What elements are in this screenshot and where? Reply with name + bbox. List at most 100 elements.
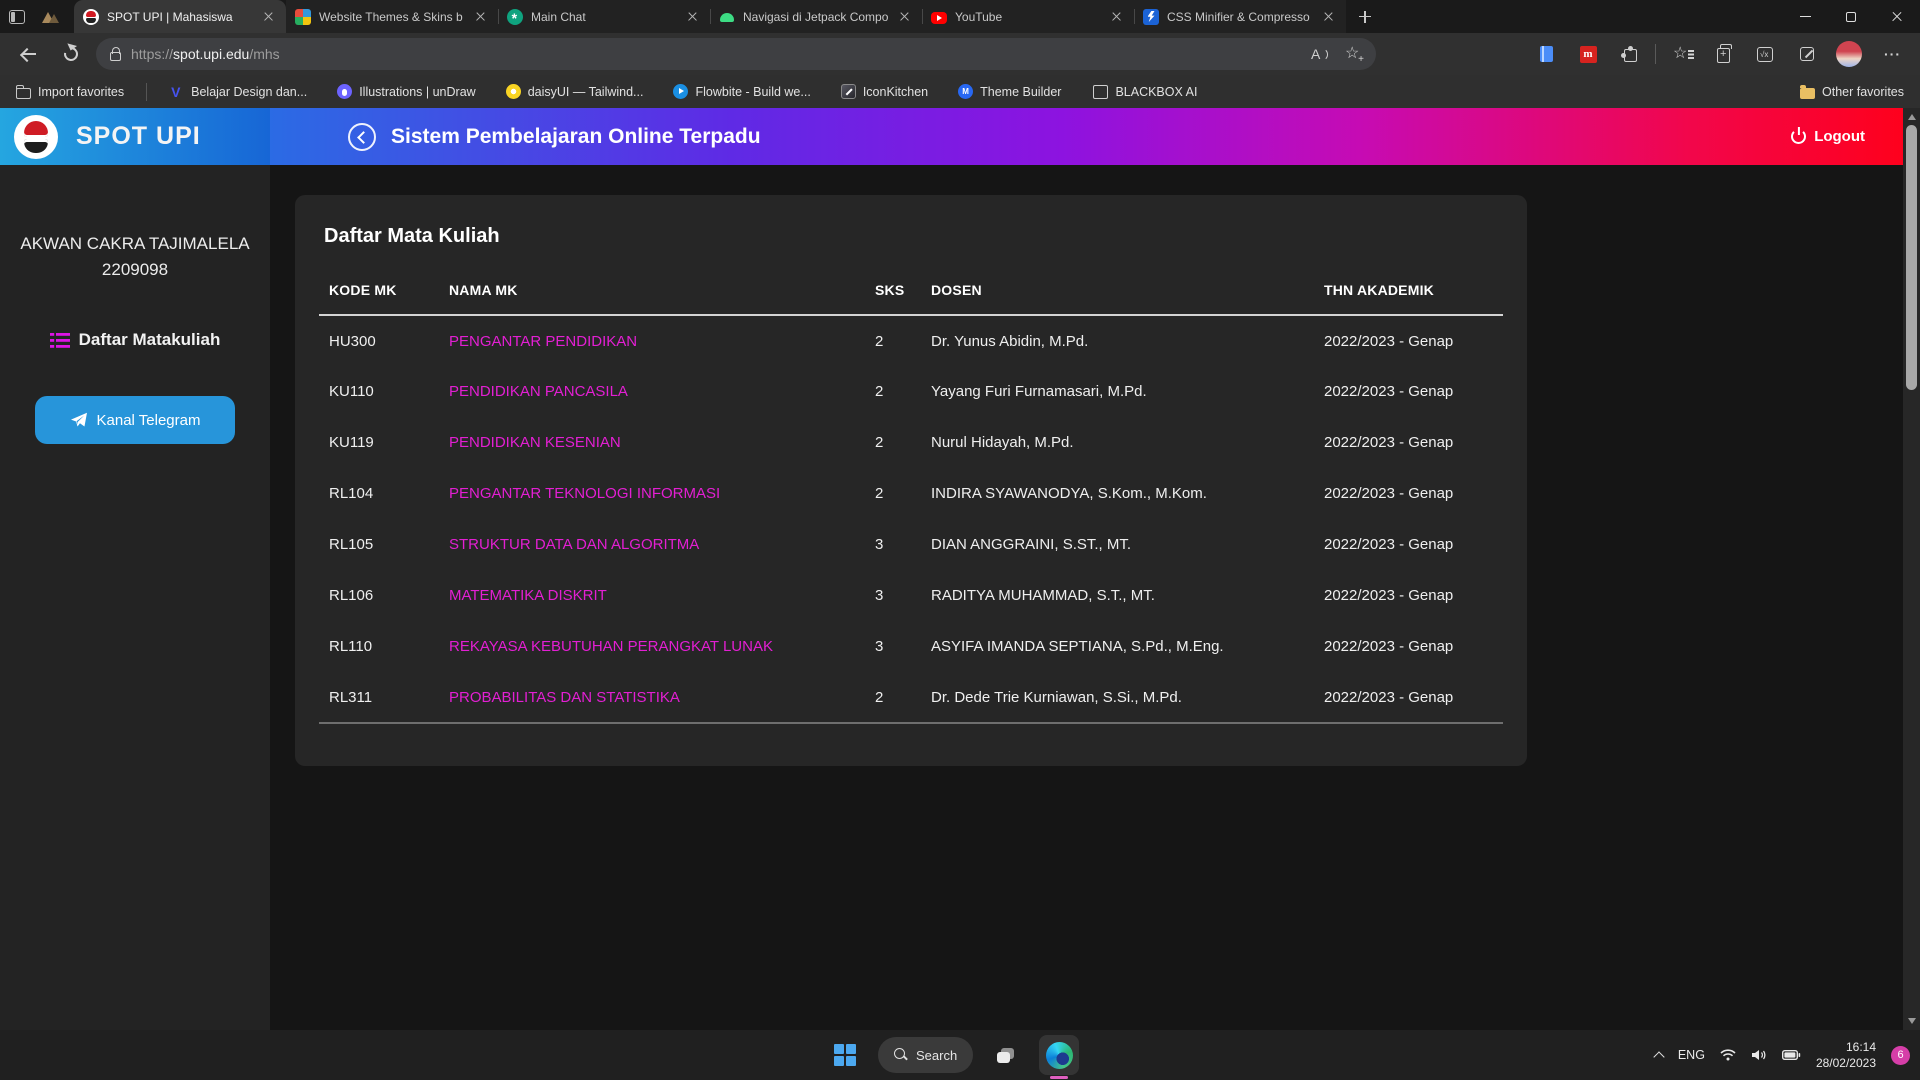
search-icon (894, 1048, 908, 1062)
student-info: AKWAN CAKRA TAJIMALELA 2209098 (0, 231, 270, 283)
notification-badge[interactable]: 6 (1891, 1046, 1910, 1065)
mendeley-extension-button[interactable] (1571, 39, 1605, 69)
favorite-item[interactable]: Illustrations | unDraw (337, 84, 476, 99)
course-code: RL106 (319, 570, 439, 621)
favorite-item[interactable]: Theme Builder (958, 84, 1061, 99)
favorite-item[interactable]: BLACKBOX AI (1091, 85, 1197, 99)
web-capture-button[interactable] (1790, 39, 1824, 69)
favorite-item[interactable]: IconKitchen (841, 84, 928, 99)
course-list-card: Daftar Mata Kuliah KODE MKNAMA MKSKSDOSE… (295, 195, 1527, 766)
collections-button[interactable] (1706, 39, 1740, 69)
sidebar-item-daftar-matakuliah[interactable]: Daftar Matakuliah (0, 330, 270, 350)
telegram-label: Kanal Telegram (97, 412, 201, 429)
course-lecturer: RADITYA MUHAMMAD, S.T., MT. (921, 570, 1314, 621)
close-button[interactable] (1874, 0, 1920, 33)
scroll-up-arrow-icon[interactable] (1908, 114, 1916, 120)
favorite-item[interactable]: Flowbite - Build we... (673, 84, 810, 99)
chatgpt-favicon-icon (507, 9, 523, 25)
tab-actions-menu-button[interactable] (0, 4, 34, 30)
favorite-item[interactable]: Import favorites (16, 85, 124, 99)
scroll-down-arrow-icon[interactable] (1908, 1018, 1916, 1024)
course-row: RL311PROBABILITAS DAN STATISTIKA2Dr. Ded… (319, 672, 1503, 723)
new-tab-button[interactable] (1352, 4, 1378, 30)
scrollbar-thumb[interactable] (1906, 125, 1917, 390)
maximize-button[interactable] (1828, 0, 1874, 33)
course-link[interactable]: PENDIDIKAN PANCASILA (449, 383, 628, 400)
sidebar-header: SPOT UPI (0, 108, 270, 165)
browser-toolbar: https://spot.upi.edu/mhs (0, 33, 1920, 75)
browser-tab[interactable]: CSS Minifier & Compresso (1134, 0, 1346, 33)
course-link[interactable]: PENGANTAR TEKNOLOGI INFORMASI (449, 485, 720, 502)
tab-title: YouTube (955, 10, 1100, 24)
refresh-button[interactable] (54, 39, 88, 69)
browser-tab[interactable]: Navigasi di Jetpack Compo (710, 0, 922, 33)
taskbar-search[interactable]: Search (878, 1037, 973, 1073)
address-bar[interactable]: https://spot.upi.edu/mhs (96, 38, 1376, 70)
course-year: 2022/2023 - Genap (1314, 417, 1503, 468)
battery-icon[interactable] (1782, 1050, 1801, 1060)
task-view-button[interactable] (986, 1035, 1026, 1075)
browser-tab[interactable]: YouTube (922, 0, 1134, 33)
course-link[interactable]: REKAYASA KEBUTUHAN PERANGKAT LUNAK (449, 638, 773, 655)
course-link[interactable]: PENGANTAR PENDIDIKAN (449, 333, 637, 350)
lock-icon[interactable] (110, 52, 121, 61)
tab-close-icon[interactable] (472, 8, 489, 25)
back-button[interactable] (12, 39, 46, 69)
favorite-item[interactable]: daisyUI — Tailwind... (506, 84, 644, 99)
tab-close-icon[interactable] (896, 8, 913, 25)
column-header: NAMA MK (439, 272, 865, 315)
tab-close-icon[interactable] (260, 8, 277, 25)
favorites-list: Import favorites Belajar Design dan... Ill… (16, 83, 1197, 101)
tab-title: SPOT UPI | Mahasiswa (107, 10, 252, 24)
date: 28/02/2023 (1816, 1055, 1876, 1071)
course-year: 2022/2023 - Genap (1314, 366, 1503, 417)
favorite-item[interactable]: Belajar Design dan... (169, 84, 307, 99)
browser-tab[interactable]: Main Chat (498, 0, 710, 33)
iconkitchen-icon (841, 84, 856, 99)
favorite-label: Belajar Design dan... (191, 85, 307, 99)
other-favorites-button[interactable]: Other favorites (1800, 85, 1904, 99)
start-button[interactable] (825, 1035, 865, 1075)
language-indicator[interactable]: ENG (1678, 1048, 1705, 1062)
tab-close-icon[interactable] (684, 8, 701, 25)
favorite-label: Flowbite - Build we... (695, 85, 810, 99)
course-row: KU119PENDIDIKAN KESENIAN2Nurul Hidayah, … (319, 417, 1503, 468)
logout-button[interactable]: Logout (1791, 128, 1865, 145)
telegram-channel-button[interactable]: Kanal Telegram (35, 396, 235, 444)
back-icon (20, 45, 38, 63)
course-code: RL110 (319, 621, 439, 672)
read-aloud-icon[interactable] (1310, 45, 1330, 63)
clock[interactable]: 16:14 28/02/2023 (1816, 1039, 1876, 1071)
reading-extension-button[interactable] (1529, 39, 1563, 69)
volume-icon[interactable] (1751, 1049, 1767, 1061)
profile-button[interactable] (1832, 39, 1866, 69)
browser-tab[interactable]: SPOT UPI | Mahasiswa (74, 0, 286, 33)
header-back-button[interactable] (348, 123, 376, 151)
window-controls (1782, 0, 1920, 33)
page-scrollbar[interactable] (1903, 108, 1920, 1030)
favorites-button[interactable] (1664, 39, 1698, 69)
wifi-icon[interactable] (1720, 1049, 1736, 1061)
settings-menu-button[interactable] (1874, 39, 1908, 69)
math-solver-button[interactable] (1748, 39, 1782, 69)
cssmin-favicon-icon (1143, 9, 1159, 25)
table-head: KODE MKNAMA MKSKSDOSENTHN AKADEMIK (319, 272, 1503, 315)
puzzle-icon (1624, 49, 1637, 62)
tray-chevron-icon[interactable] (1653, 1051, 1664, 1062)
course-sks: 2 (865, 468, 921, 519)
extensions-button[interactable] (1613, 39, 1647, 69)
course-link[interactable]: PROBABILITAS DAN STATISTIKA (449, 689, 680, 706)
course-link[interactable]: PENDIDIKAN KESENIAN (449, 434, 621, 451)
course-link[interactable]: MATEMATIKA DISKRIT (449, 587, 607, 604)
edge-app-button[interactable] (1039, 1035, 1079, 1075)
course-sks: 2 (865, 672, 921, 723)
browser-tab[interactable]: Website Themes & Skins b (286, 0, 498, 33)
workspace-logo-icon[interactable] (34, 4, 68, 30)
student-id: 2209098 (14, 257, 256, 283)
add-favorite-icon[interactable] (1344, 45, 1362, 63)
tab-close-icon[interactable] (1108, 8, 1125, 25)
avatar (1836, 41, 1862, 67)
tab-close-icon[interactable] (1320, 8, 1337, 25)
course-link[interactable]: STRUKTUR DATA DAN ALGORITMA (449, 536, 699, 553)
minimize-button[interactable] (1782, 0, 1828, 33)
